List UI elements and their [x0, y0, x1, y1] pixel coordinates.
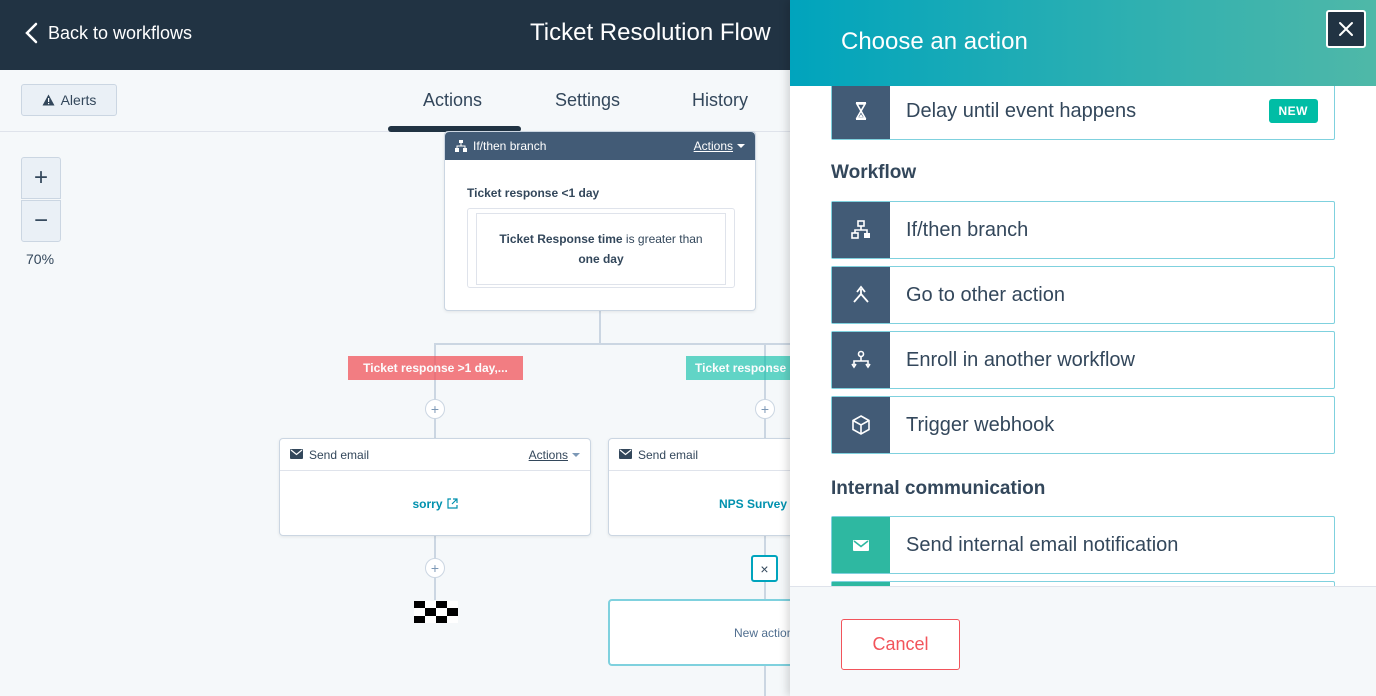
email-card-header: Send email — [609, 439, 807, 471]
branch-card-actions-menu[interactable]: Actions — [694, 139, 745, 153]
branch-condition-rule: Ticket Response time is greater than one… — [476, 213, 726, 285]
send-email-card[interactable]: Send email NPS Survey — [608, 438, 808, 536]
zoom-in-button[interactable]: + — [21, 157, 61, 199]
workflow-end-flag-icon — [414, 601, 458, 623]
merge-arrow-icon — [832, 267, 890, 323]
caret-down-icon — [737, 144, 745, 148]
envelope-icon — [832, 517, 890, 573]
connector-line — [764, 666, 766, 696]
alerts-button[interactable]: Alerts — [21, 84, 117, 116]
connector-line — [599, 311, 601, 344]
email-name-link[interactable]: NPS Survey — [719, 497, 787, 511]
action-option-label: If/then branch — [906, 218, 1029, 241]
branch-label-left[interactable]: Ticket response >1 day,... — [348, 356, 523, 380]
add-action-button[interactable]: + — [425, 399, 445, 419]
action-option-enroll-workflow[interactable]: Enroll in another workflow — [831, 331, 1335, 389]
action-option-send-internal-email[interactable]: Send internal email notification — [831, 516, 1335, 574]
workflow-title[interactable]: Ticket Resolution Flow — [530, 19, 771, 47]
tab-settings[interactable]: Settings — [555, 90, 620, 111]
action-option-label: Trigger webhook — [906, 413, 1055, 436]
cancel-button[interactable]: Cancel — [841, 619, 960, 670]
back-label: Back to workflows — [48, 22, 193, 43]
email-card-header: Send email Actions — [280, 439, 590, 471]
zoom-level: 70% — [26, 251, 55, 267]
new-action-label: New action — [734, 625, 794, 640]
condition-value: one day — [578, 252, 624, 266]
action-option-trigger-webhook[interactable]: Trigger webhook — [831, 396, 1335, 454]
section-title-workflow: Workflow — [831, 162, 917, 183]
branch-action-card[interactable]: If/then branch Actions Ticket response <… — [444, 131, 756, 311]
choose-action-panel: Choose an action Delay until event happe… — [790, 0, 1376, 696]
branch-label-right[interactable]: Ticket response — [686, 356, 790, 380]
action-option-label: Delay until event happens — [906, 99, 1137, 122]
branch-condition-box: Ticket Response time is greater than one… — [467, 208, 735, 288]
action-option-label: Send internal email notification — [906, 533, 1179, 556]
email-card-type: Send email — [309, 447, 370, 462]
action-option-if-then-branch[interactable]: If/then branch — [831, 201, 1335, 259]
action-option-go-to-other-action[interactable]: Go to other action — [831, 266, 1335, 324]
new-action-placeholder[interactable]: New action — [608, 599, 808, 666]
condition-field: Ticket Response time — [499, 232, 623, 246]
email-name-link[interactable]: sorry — [412, 497, 442, 511]
tab-actions[interactable]: Actions — [423, 90, 482, 111]
condition-operator: is greater than — [622, 232, 703, 246]
action-option-delay-until-event[interactable]: Delay until event happens NEW — [831, 86, 1335, 140]
send-email-card[interactable]: Send email Actions sorry — [279, 438, 591, 536]
section-title-internal-communication: Internal communication — [831, 478, 1046, 499]
close-panel-button[interactable] — [1326, 10, 1366, 48]
external-link-icon[interactable] — [446, 498, 458, 509]
connector-line — [434, 343, 790, 345]
branch-condition-line: Ticket Response time is greater than — [499, 229, 702, 249]
close-icon — [1339, 22, 1353, 36]
chevron-left-icon — [25, 22, 38, 44]
add-action-button[interactable]: + — [755, 399, 775, 419]
action-list[interactable]: Delay until event happens NEW Workflow I… — [790, 86, 1376, 586]
branch-icon — [832, 202, 890, 258]
email-body: sorry — [280, 472, 590, 535]
email-body: NPS Survey — [609, 472, 807, 535]
zoom-out-button[interactable]: − — [21, 200, 61, 242]
panel-footer: Cancel — [790, 586, 1376, 696]
cube-icon — [832, 397, 890, 453]
panel-header: Choose an action — [790, 0, 1376, 86]
actions-menu-label: Actions — [693, 139, 733, 153]
branch-icon — [455, 140, 467, 152]
new-badge: NEW — [1268, 99, 1318, 123]
branch-card-type: If/then branch — [473, 139, 547, 153]
panel-title: Choose an action — [841, 28, 1028, 55]
warning-icon — [42, 94, 55, 106]
caret-down-icon — [572, 452, 580, 457]
action-option-label: Go to other action — [906, 283, 1065, 306]
enroll-workflow-icon — [832, 332, 890, 388]
envelope-icon — [619, 448, 632, 462]
back-to-workflows-link[interactable]: Back to workflows — [24, 22, 192, 44]
cancel-new-action-button[interactable]: × — [751, 555, 778, 582]
alerts-label: Alerts — [60, 92, 97, 108]
hourglass-icon — [832, 86, 890, 139]
email-card-actions-menu[interactable]: Actions — [529, 448, 580, 462]
branch-condition-title: Ticket response <1 day — [467, 186, 600, 200]
branch-card-header: If/then branch Actions — [445, 132, 755, 160]
actions-menu-label: Actions — [528, 447, 568, 462]
action-option-label: Enroll in another workflow — [906, 348, 1135, 371]
envelope-icon — [290, 448, 303, 462]
add-action-button[interactable]: + — [425, 558, 445, 578]
tab-history[interactable]: History — [692, 90, 748, 111]
email-card-type: Send email — [638, 447, 699, 462]
